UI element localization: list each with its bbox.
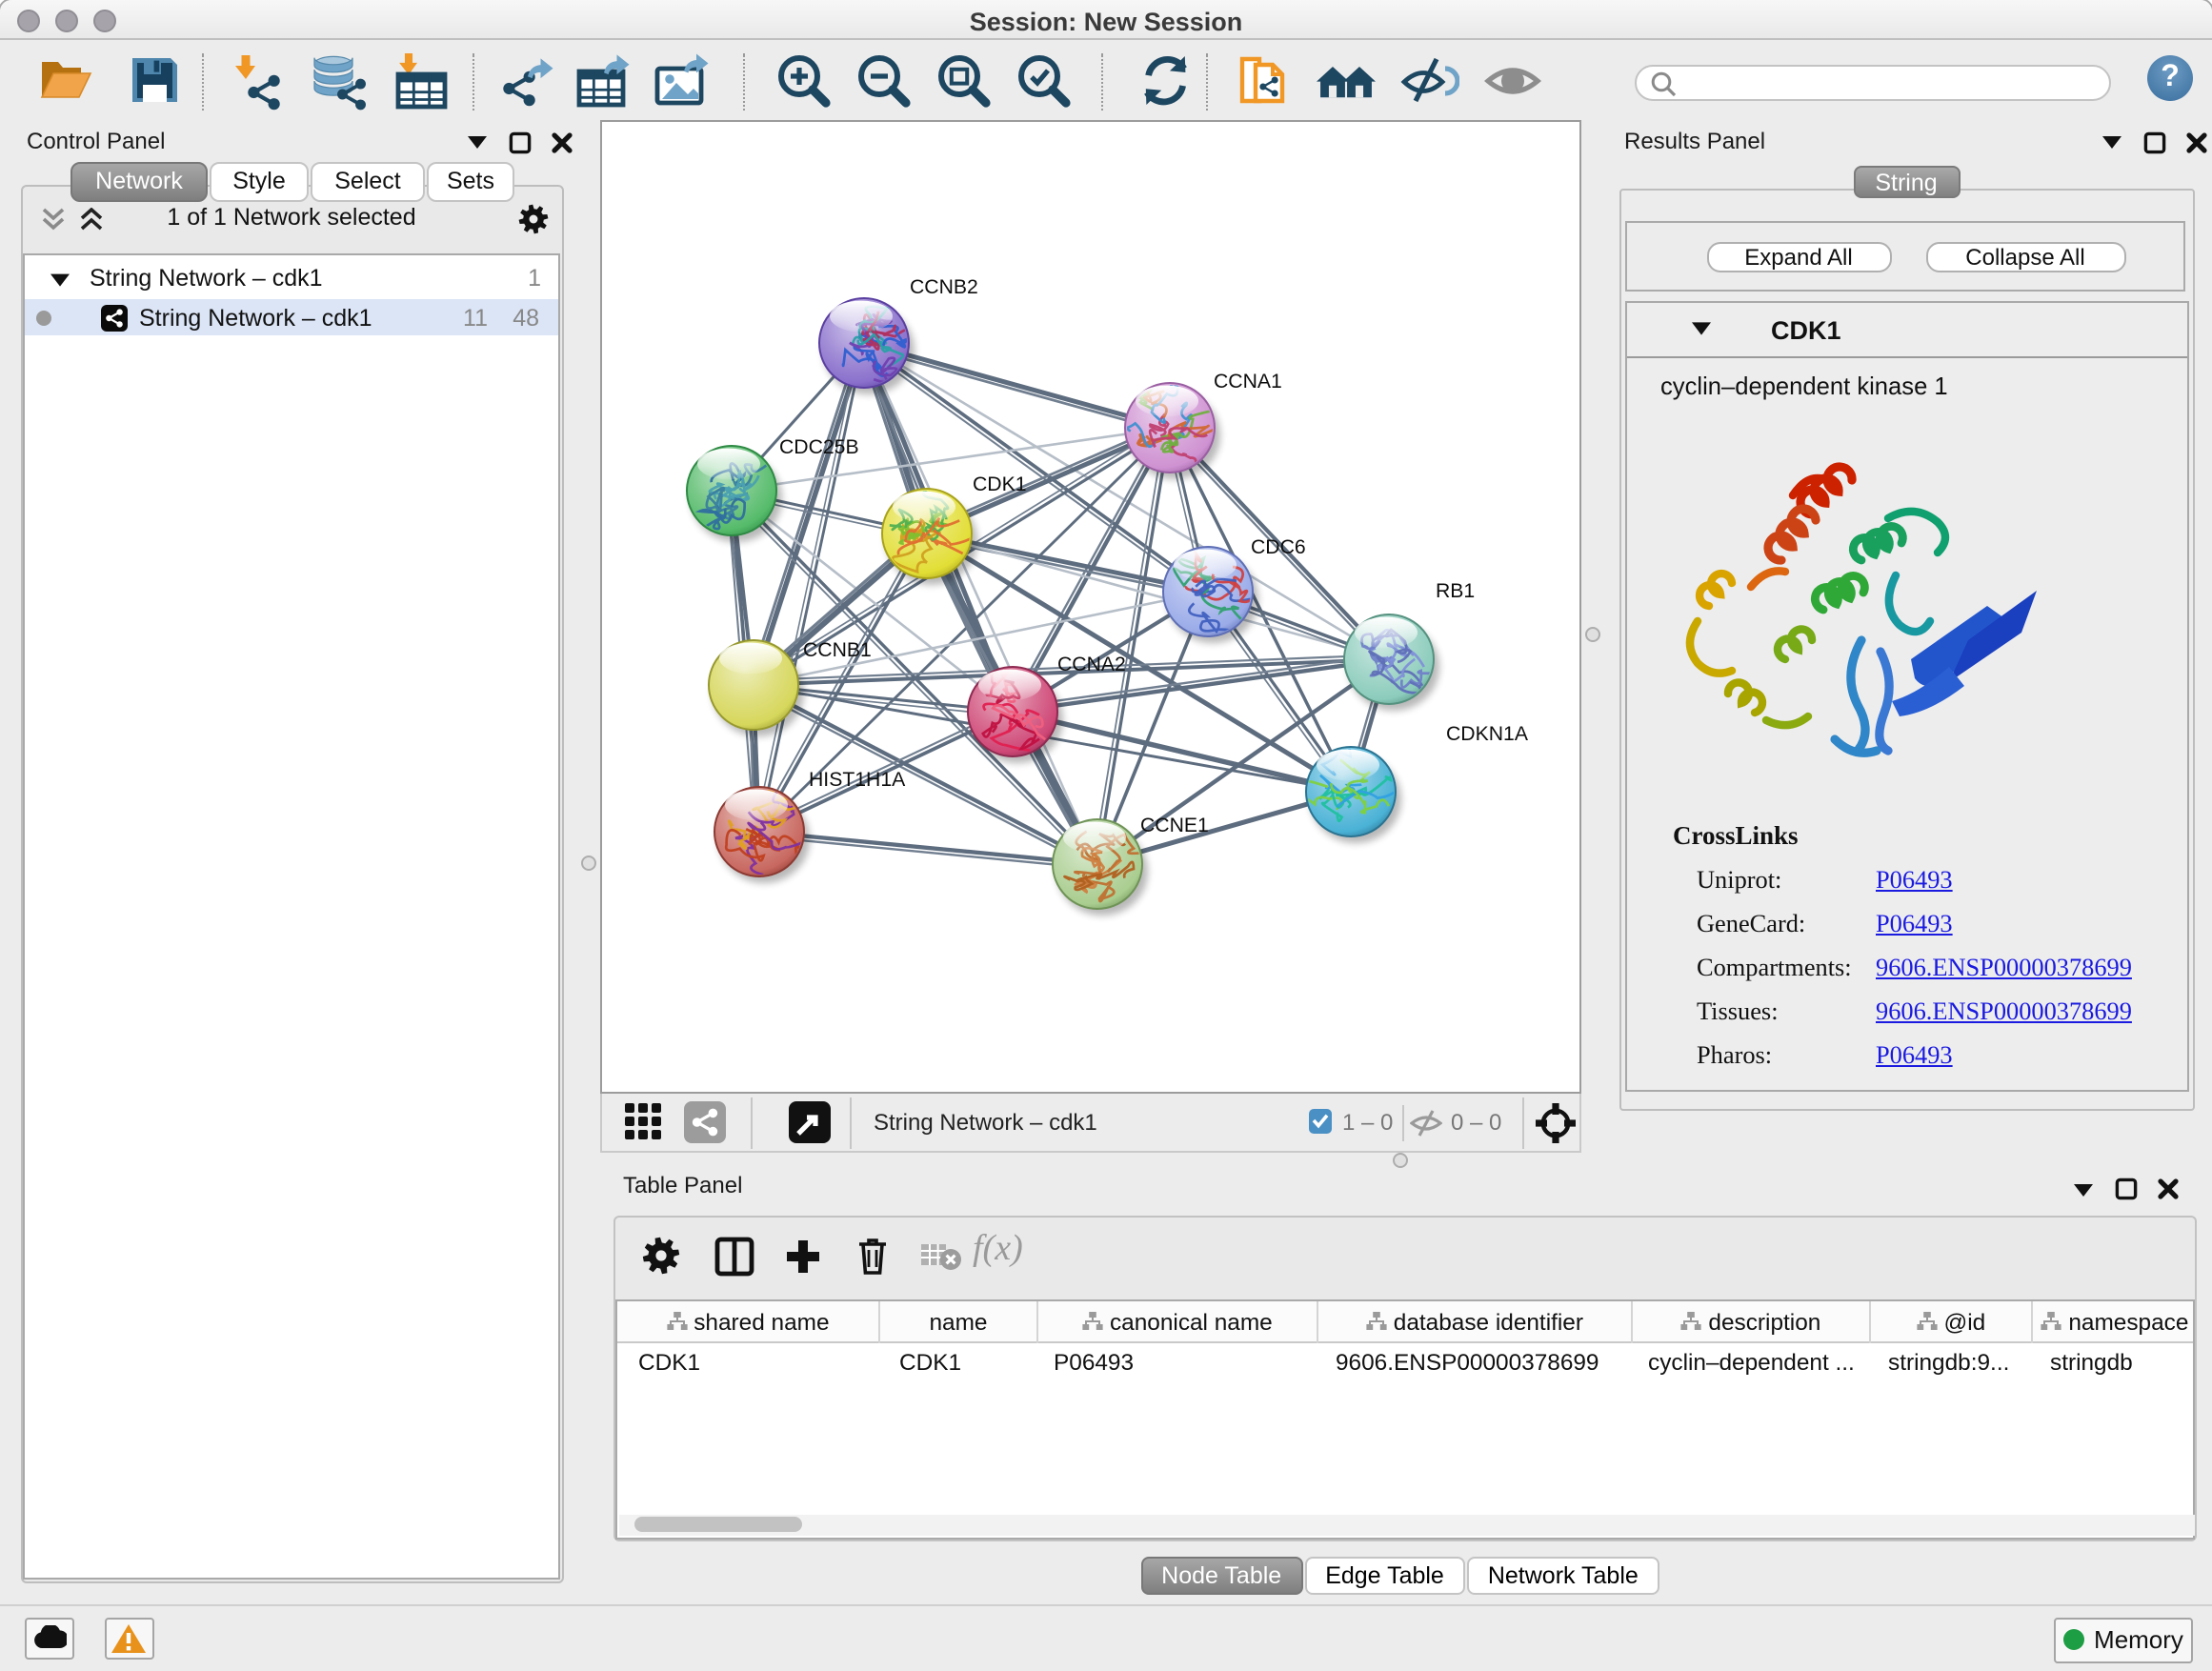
svg-text:CDC6: CDC6 (1250, 535, 1305, 557)
svg-text:CCNE1: CCNE1 (1139, 814, 1208, 836)
svg-text:CDKN1A: CDKN1A (1445, 722, 1528, 744)
svg-text:CCNA1: CCNA1 (1213, 370, 1281, 392)
svg-text:CCNA2: CCNA2 (1056, 653, 1125, 674)
svg-text:CCNB2: CCNB2 (909, 275, 977, 297)
svg-text:HIST1H1A: HIST1H1A (808, 768, 905, 790)
svg-text:RB1: RB1 (1435, 579, 1474, 601)
svg-text:CCNB1: CCNB1 (802, 638, 871, 660)
svg-text:CDK1: CDK1 (972, 473, 1026, 494)
svg-text:CDC25B: CDC25B (778, 435, 858, 457)
